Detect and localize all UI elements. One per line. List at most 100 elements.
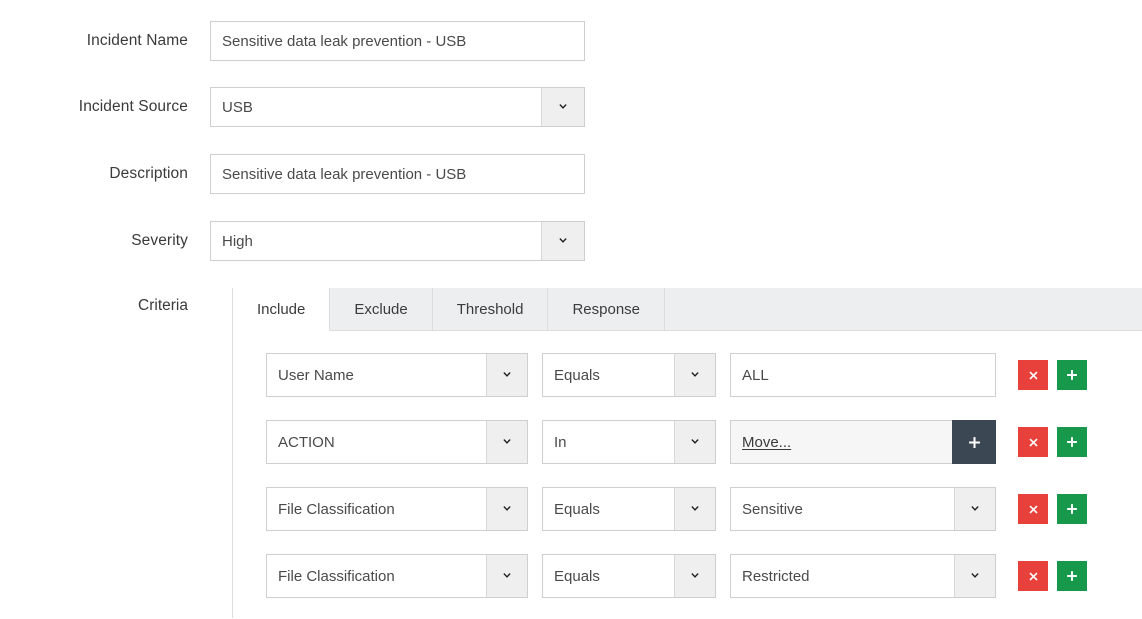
criteria-field-value: User Name (267, 354, 486, 396)
form-row-incident-source: Incident Source USB (0, 87, 585, 127)
chevron-down-glyph (690, 437, 700, 447)
criteria-value-text: Sensitive (731, 488, 954, 530)
chevron-down-glyph (502, 504, 512, 514)
criteria-value-add-button[interactable] (952, 420, 996, 464)
plus-icon (1065, 435, 1079, 449)
criteria-field-value: File Classification (267, 488, 486, 530)
chevron-down-icon[interactable] (954, 488, 995, 530)
severity-select[interactable]: High (210, 221, 585, 261)
chevron-down-glyph (690, 504, 700, 514)
criteria-value-select[interactable]: Restricted (730, 554, 996, 598)
severity-label: Severity (0, 232, 210, 250)
add-row-button[interactable] (1057, 561, 1087, 591)
criteria-value-link[interactable]: Move... (731, 421, 952, 463)
criteria-value-multiselect[interactable]: Move... (730, 420, 996, 464)
criteria-operator-select[interactable]: Equals (542, 487, 716, 531)
criteria-value-select[interactable]: Sensitive (730, 487, 996, 531)
criteria-tab-body: User Name Equals ALL (233, 331, 1142, 619)
criteria-operator-value: Equals (543, 488, 674, 530)
plus-icon (967, 435, 982, 450)
criteria-field-value: File Classification (267, 555, 486, 597)
table-row: File Classification Equals Restricted (233, 554, 1142, 598)
incident-source-label: Incident Source (0, 98, 210, 116)
incident-name-label: Incident Name (0, 32, 210, 50)
tab-include-label: Include (257, 301, 305, 318)
criteria-label: Criteria (0, 297, 210, 315)
remove-row-button[interactable] (1018, 561, 1048, 591)
criteria-operator-value: Equals (543, 555, 674, 597)
incident-name-input[interactable]: Sensitive data leak prevention - USB (210, 21, 585, 61)
chevron-down-glyph (558, 102, 568, 112)
table-row: File Classification Equals Sensitive (233, 487, 1142, 531)
close-icon (1027, 570, 1040, 583)
add-row-button[interactable] (1057, 494, 1087, 524)
criteria-operator-select[interactable]: Equals (542, 554, 716, 598)
chevron-down-icon[interactable] (486, 488, 527, 530)
tab-threshold-label: Threshold (457, 301, 524, 318)
form-row-incident-name: Incident Name Sensitive data leak preven… (0, 21, 585, 61)
criteria-operator-select[interactable]: In (542, 420, 716, 464)
tabstrip-filler (665, 288, 1142, 330)
tab-threshold[interactable]: Threshold (433, 288, 549, 330)
criteria-value-text: Restricted (731, 555, 954, 597)
tab-response[interactable]: Response (548, 288, 665, 330)
criteria-field-select[interactable]: File Classification (266, 554, 528, 598)
plus-icon (1065, 368, 1079, 382)
chevron-down-icon[interactable] (541, 222, 584, 260)
criteria-field-select[interactable]: ACTION (266, 420, 528, 464)
table-row: ACTION In Move... (233, 420, 1142, 464)
criteria-operator-value: Equals (543, 354, 674, 396)
criteria-field-select[interactable]: File Classification (266, 487, 528, 531)
tab-exclude-label: Exclude (354, 301, 407, 318)
table-row: User Name Equals ALL (233, 353, 1142, 397)
tab-include[interactable]: Include (233, 288, 330, 331)
remove-row-button[interactable] (1018, 494, 1048, 524)
plus-icon (1065, 569, 1079, 583)
chevron-down-glyph (970, 571, 980, 581)
chevron-down-glyph (502, 370, 512, 380)
close-icon (1027, 503, 1040, 516)
chevron-down-glyph (690, 370, 700, 380)
chevron-down-glyph (970, 504, 980, 514)
criteria-field-value: ACTION (267, 421, 486, 463)
chevron-down-icon[interactable] (674, 421, 715, 463)
description-control: Sensitive data leak prevention - USB (210, 154, 585, 194)
row-actions (1018, 427, 1087, 457)
criteria-value-input[interactable]: ALL (730, 353, 996, 397)
form-row-description: Description Sensitive data leak preventi… (0, 154, 585, 194)
chevron-down-icon[interactable] (674, 488, 715, 530)
chevron-down-icon[interactable] (486, 354, 527, 396)
description-input[interactable]: Sensitive data leak prevention - USB (210, 154, 585, 194)
chevron-down-glyph (558, 236, 568, 246)
row-actions (1018, 561, 1087, 591)
row-actions (1018, 360, 1087, 390)
row-actions (1018, 494, 1087, 524)
description-label: Description (0, 165, 210, 183)
chevron-down-glyph (502, 437, 512, 447)
tab-response-label: Response (572, 301, 640, 318)
chevron-down-icon[interactable] (486, 421, 527, 463)
criteria-operator-select[interactable]: Equals (542, 353, 716, 397)
chevron-down-icon[interactable] (674, 354, 715, 396)
remove-row-button[interactable] (1018, 427, 1048, 457)
criteria-field-select[interactable]: User Name (266, 353, 528, 397)
remove-row-button[interactable] (1018, 360, 1048, 390)
chevron-down-icon[interactable] (674, 555, 715, 597)
form-row-severity: Severity High (0, 221, 585, 261)
criteria-panel: Include Exclude Threshold Response User … (232, 288, 1142, 618)
tab-exclude[interactable]: Exclude (330, 288, 432, 330)
criteria-tabstrip: Include Exclude Threshold Response (233, 288, 1142, 331)
incident-source-select[interactable]: USB (210, 87, 585, 127)
criteria-operator-value: In (543, 421, 674, 463)
chevron-down-icon[interactable] (541, 88, 584, 126)
severity-control: High (210, 221, 585, 261)
chevron-down-glyph (502, 571, 512, 581)
chevron-down-icon[interactable] (486, 555, 527, 597)
incident-source-control: USB (210, 87, 585, 127)
plus-icon (1065, 502, 1079, 516)
add-row-button[interactable] (1057, 427, 1087, 457)
incident-name-control: Sensitive data leak prevention - USB (210, 21, 585, 61)
incident-source-value: USB (211, 88, 541, 126)
add-row-button[interactable] (1057, 360, 1087, 390)
chevron-down-icon[interactable] (954, 555, 995, 597)
